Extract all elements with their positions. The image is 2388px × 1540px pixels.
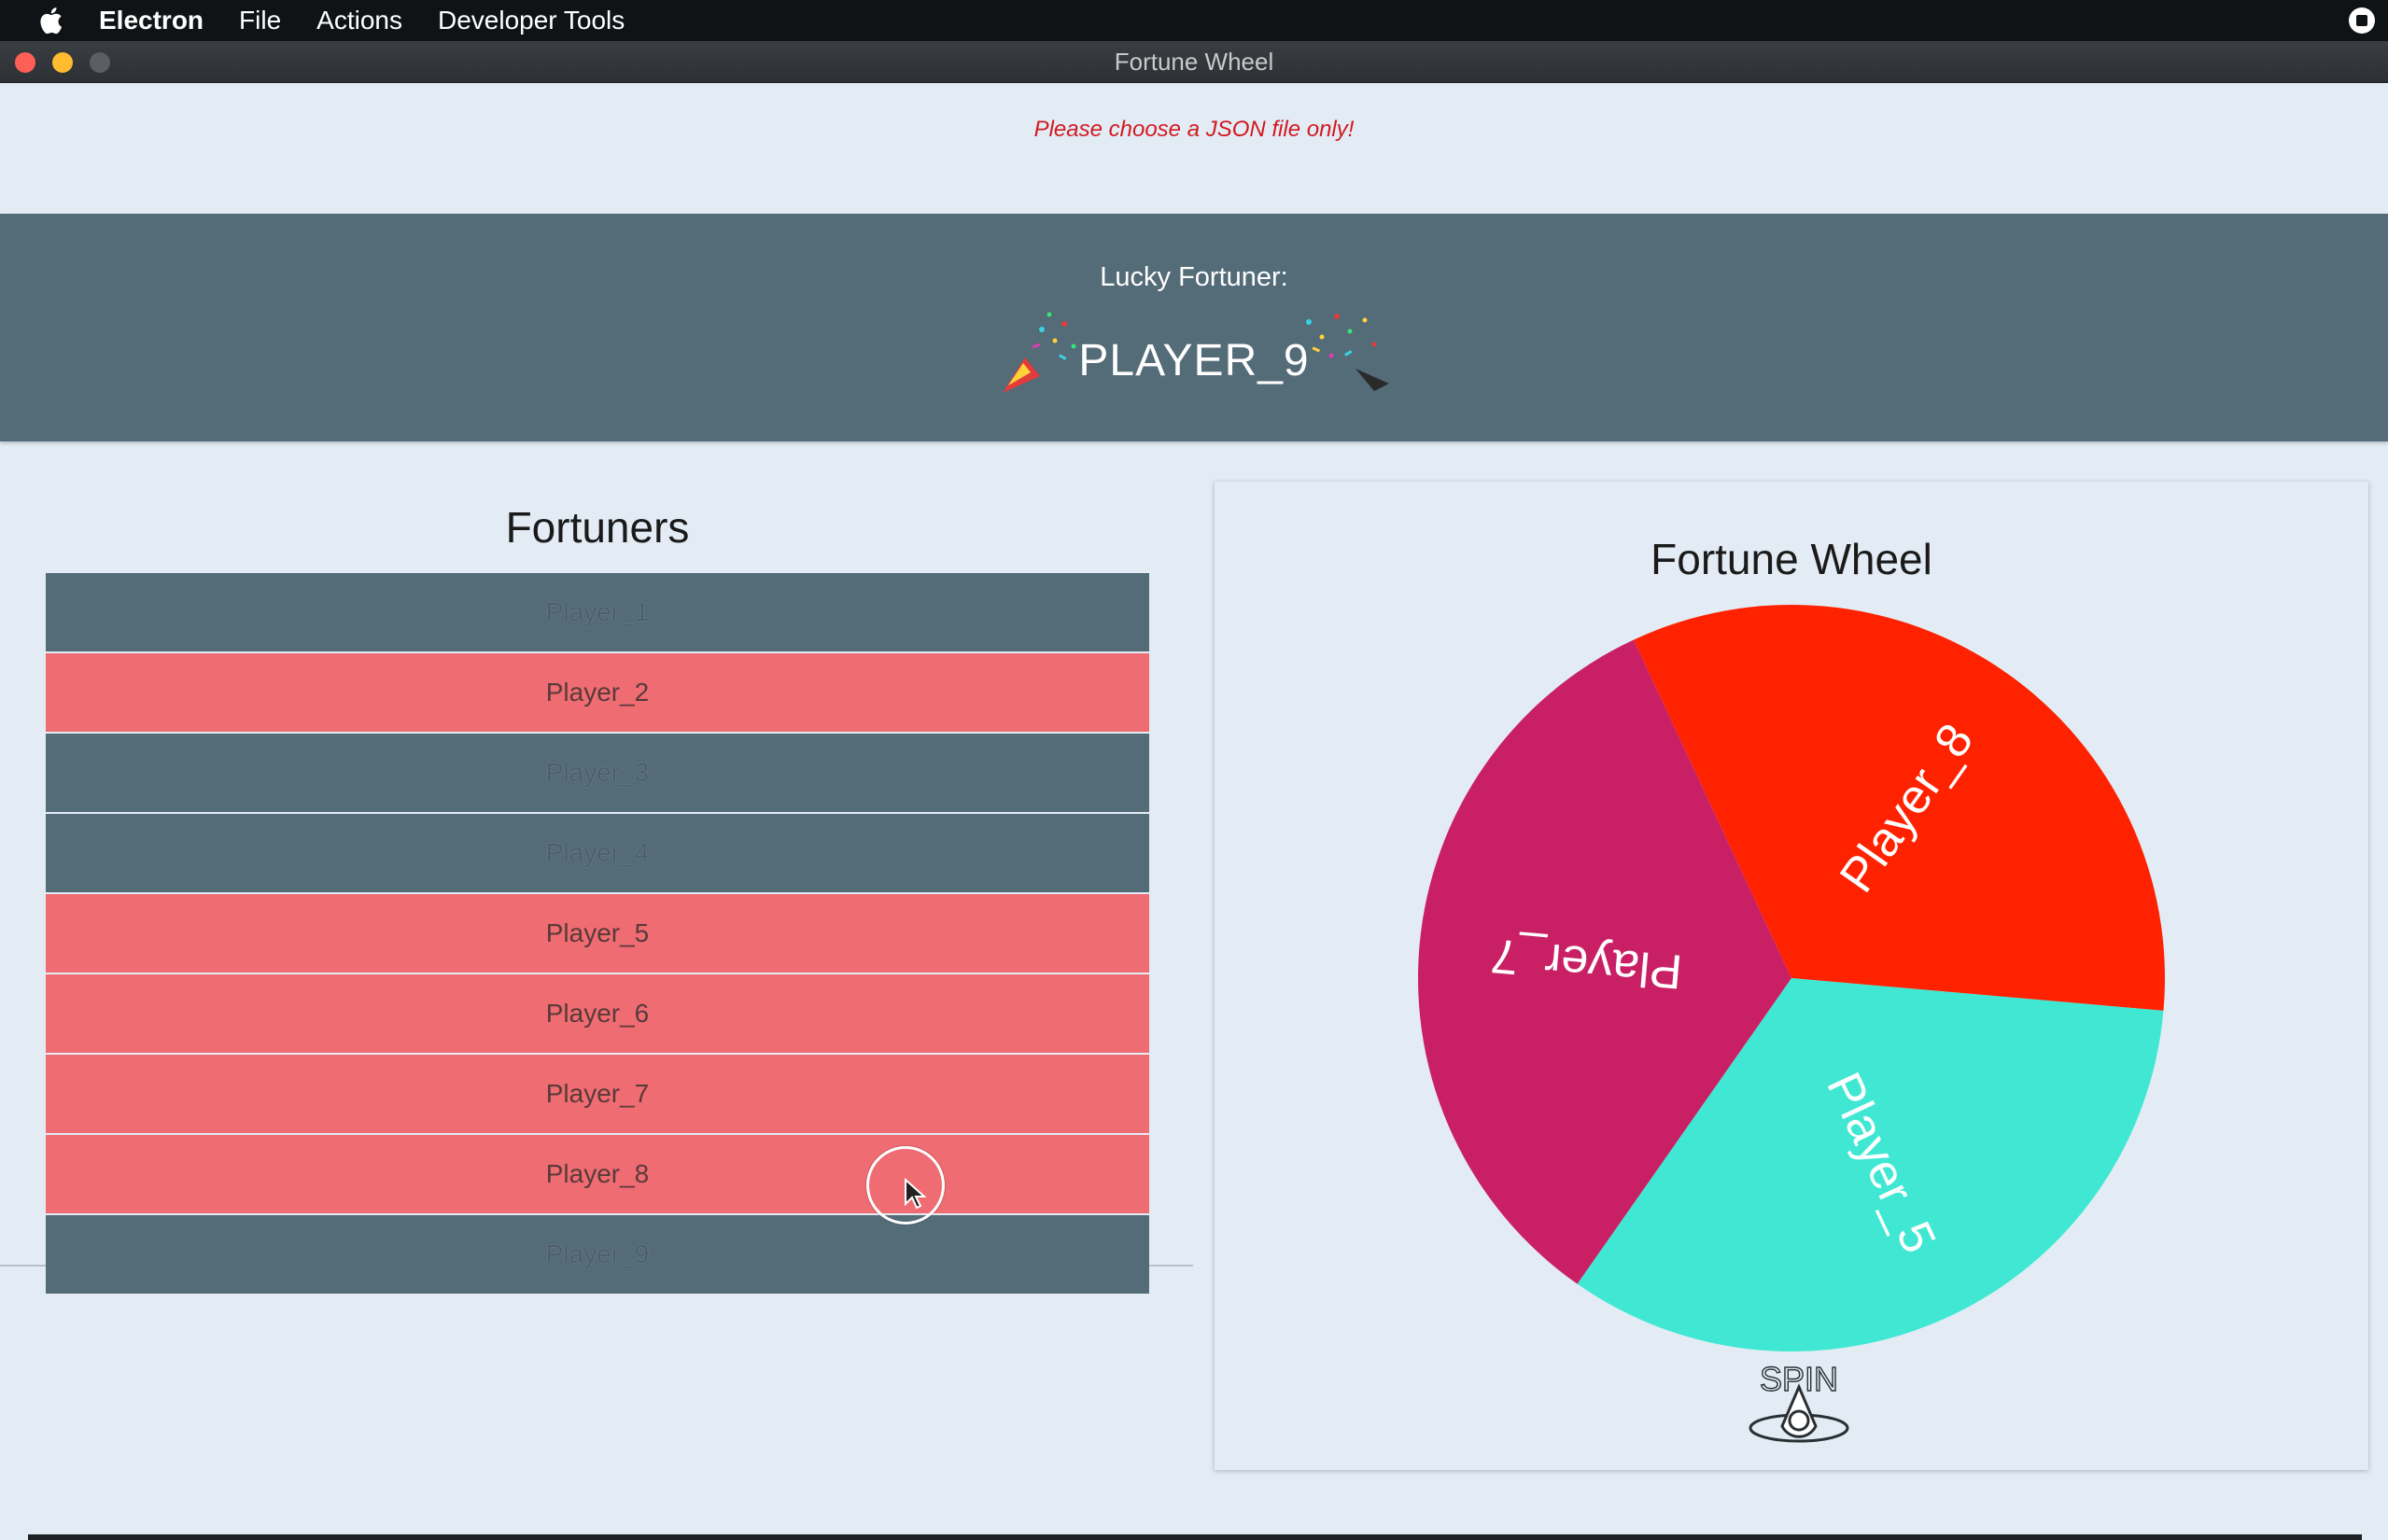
player-row[interactable]: Player_5: [46, 894, 1149, 974]
winner-banner: Lucky Fortuner: PLAYER_9: [0, 214, 2388, 441]
player-row[interactable]: Player_6: [46, 974, 1149, 1055]
error-message: Please choose a JSON file only!: [1033, 117, 1355, 142]
winner-name: PLAYER_9: [1078, 336, 1310, 385]
mouse-cursor-icon: [905, 1178, 927, 1210]
player-row[interactable]: Player_8: [46, 1135, 1149, 1215]
spin-button[interactable]: SPIN: [1743, 1359, 1855, 1452]
wheel-card: Fortune Wheel Player_8 Player_5 Player_7 S…: [1215, 482, 2368, 1470]
record-stop-icon[interactable]: [2349, 7, 2375, 34]
player-row[interactable]: Player_2: [46, 653, 1149, 734]
menu-bar: Electron File Actions Developer Tools: [0, 0, 2388, 41]
wheel-title: Fortune Wheel: [1651, 535, 1932, 583]
fortune-wheel[interactable]: Player_8Player_5Player_7: [1414, 601, 2169, 1355]
window-title: Fortune Wheel: [1114, 48, 1274, 76]
window-title-bar: Fortune Wheel: [0, 41, 2388, 83]
player-row[interactable]: Player_9: [46, 1215, 1149, 1295]
player-row[interactable]: Player_1: [46, 573, 1149, 653]
winner-label: Lucky Fortuner:: [1100, 262, 1288, 292]
player-row[interactable]: Player_4: [46, 814, 1149, 894]
window-bottom-edge: [28, 1534, 2362, 1540]
player-row[interactable]: Player_3: [46, 734, 1149, 814]
menu-file[interactable]: File: [239, 6, 281, 35]
confetti-icon: [1306, 314, 1389, 391]
menu-actions[interactable]: Actions: [316, 6, 402, 35]
app-menu-electron[interactable]: Electron: [99, 6, 204, 35]
player-row[interactable]: Player_7: [46, 1055, 1149, 1135]
players-list: Player_1 Player_2 Player_3 Player_4 Player_5…: [46, 573, 1149, 1295]
menu-developer-tools[interactable]: Developer Tools: [438, 6, 625, 35]
fortuners-title: Fortuners: [505, 503, 690, 552]
apple-icon[interactable]: [35, 6, 65, 35]
